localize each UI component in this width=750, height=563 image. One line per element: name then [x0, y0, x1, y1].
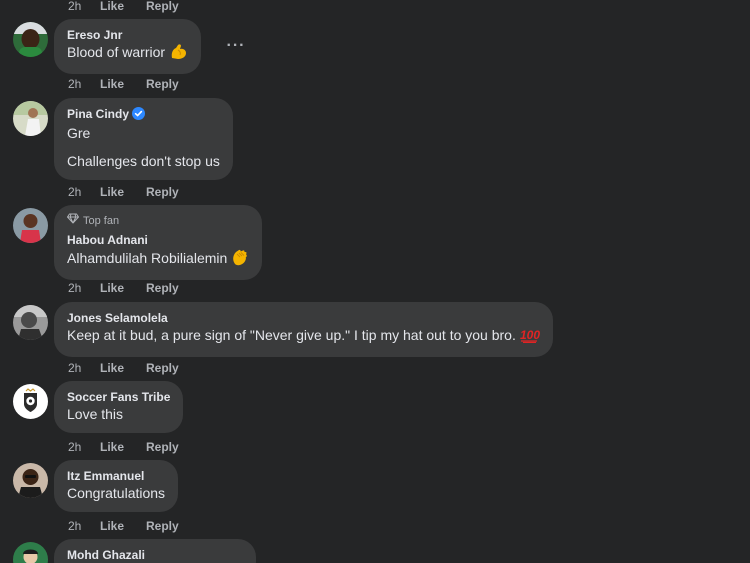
reply-button[interactable]: Reply	[146, 360, 179, 376]
comment-actions: 2h Like Reply	[68, 280, 179, 296]
comment-timestamp[interactable]: 2h	[68, 439, 100, 455]
reply-button[interactable]: Reply	[146, 280, 179, 296]
avatar[interactable]	[13, 208, 48, 243]
comment-text: Blood of warrior	[67, 43, 188, 65]
comment-timestamp[interactable]: 2h	[68, 280, 100, 296]
comment-bubble: Itz Emmanuel Congratulations	[54, 460, 179, 512]
like-button[interactable]: Like	[100, 280, 146, 296]
comment-actions: 2h Like Reply	[68, 0, 179, 14]
like-button[interactable]: Like	[100, 439, 146, 455]
comment-author[interactable]: Habou Adnani	[67, 232, 249, 248]
comment-bubble: Jones Selamolela Keep at it bud, a pure …	[54, 302, 553, 357]
comment-bubble: Mohd Ghazali	[54, 539, 256, 563]
reply-button[interactable]: Reply	[146, 76, 179, 92]
comment-author[interactable]: Ereso Jnr	[67, 27, 188, 43]
flexed-biceps-icon	[169, 43, 188, 65]
hundred-points-icon: 100	[520, 327, 540, 348]
comment-line: Blood of warrior	[67, 44, 166, 60]
comment-timestamp[interactable]: 2h	[68, 76, 100, 92]
reply-button[interactable]: Reply	[146, 439, 179, 455]
comment-author[interactable]: Jones Selamolela	[67, 310, 540, 326]
comment-line: Challenges don't stop us	[67, 153, 220, 169]
more-options-icon[interactable]: ···	[226, 38, 246, 54]
avatar[interactable]	[13, 542, 48, 563]
comment-timestamp[interactable]: 2h	[68, 0, 100, 14]
top-fan-badge: Top fan	[67, 213, 249, 228]
comment-timestamp[interactable]: 2h	[68, 360, 100, 376]
avatar[interactable]	[13, 463, 48, 498]
verified-badge-icon	[132, 107, 146, 124]
comment-text: Alhamdulilah Robilialemin	[67, 248, 249, 271]
avatar[interactable]	[13, 305, 48, 340]
svg-text:100: 100	[520, 328, 540, 342]
like-button[interactable]: Like	[100, 360, 146, 376]
comment-bubble: Top fan Habou Adnani Alhamdulilah Robili…	[54, 205, 263, 280]
comment-author[interactable]: Pina Cindy	[67, 107, 129, 121]
comment-bubble: Pina Cindy Gre Challenges don't stop us	[54, 98, 233, 180]
avatar[interactable]	[13, 384, 48, 419]
avatar[interactable]	[13, 22, 48, 57]
comment-line: Love this	[67, 406, 124, 422]
comment-actions: 2h Like Reply	[68, 518, 179, 534]
comment-actions: 2h Like Reply	[68, 184, 179, 200]
like-button[interactable]: Like	[100, 184, 146, 200]
diamond-icon	[67, 213, 79, 228]
comments-feed: 2h Like Reply Ereso Jnr Blood of warrior…	[0, 0, 750, 563]
comment-author[interactable]: Mohd Ghazali	[67, 547, 243, 563]
like-button[interactable]: Like	[100, 0, 146, 14]
comment-author-row: Pina Cindy	[67, 106, 220, 124]
comment-line: Gre	[67, 125, 91, 141]
comment-line: Alhamdulilah Robilialemin	[67, 250, 228, 266]
comment-bubble: Soccer Fans Tribe Love this	[54, 381, 184, 433]
like-button[interactable]: Like	[100, 518, 146, 534]
like-button[interactable]: Like	[100, 76, 146, 92]
comment-timestamp[interactable]: 2h	[68, 518, 100, 534]
comment-line: Congratulations	[67, 485, 166, 501]
reply-button[interactable]: Reply	[146, 184, 179, 200]
comment-timestamp[interactable]: 2h	[68, 184, 100, 200]
clapping-hands-icon	[231, 248, 249, 271]
comment-line: Keep at it bud, a pure sign of "Never gi…	[67, 327, 516, 343]
avatar[interactable]	[13, 101, 48, 136]
comment-author[interactable]: Itz Emmanuel	[67, 468, 165, 484]
comment-actions: 2h Like Reply	[68, 360, 179, 376]
reply-button[interactable]: Reply	[146, 518, 179, 534]
comment-text: Keep at it bud, a pure sign of "Never gi…	[67, 326, 540, 348]
comment-bubble: Ereso Jnr Blood of warrior	[54, 19, 202, 74]
comment-actions: 2h Like Reply	[68, 76, 179, 92]
reply-button[interactable]: Reply	[146, 0, 179, 14]
comment-author[interactable]: Soccer Fans Tribe	[67, 389, 170, 405]
top-fan-label: Top fan	[83, 214, 120, 227]
comment-actions: 2h Like Reply	[68, 439, 179, 455]
